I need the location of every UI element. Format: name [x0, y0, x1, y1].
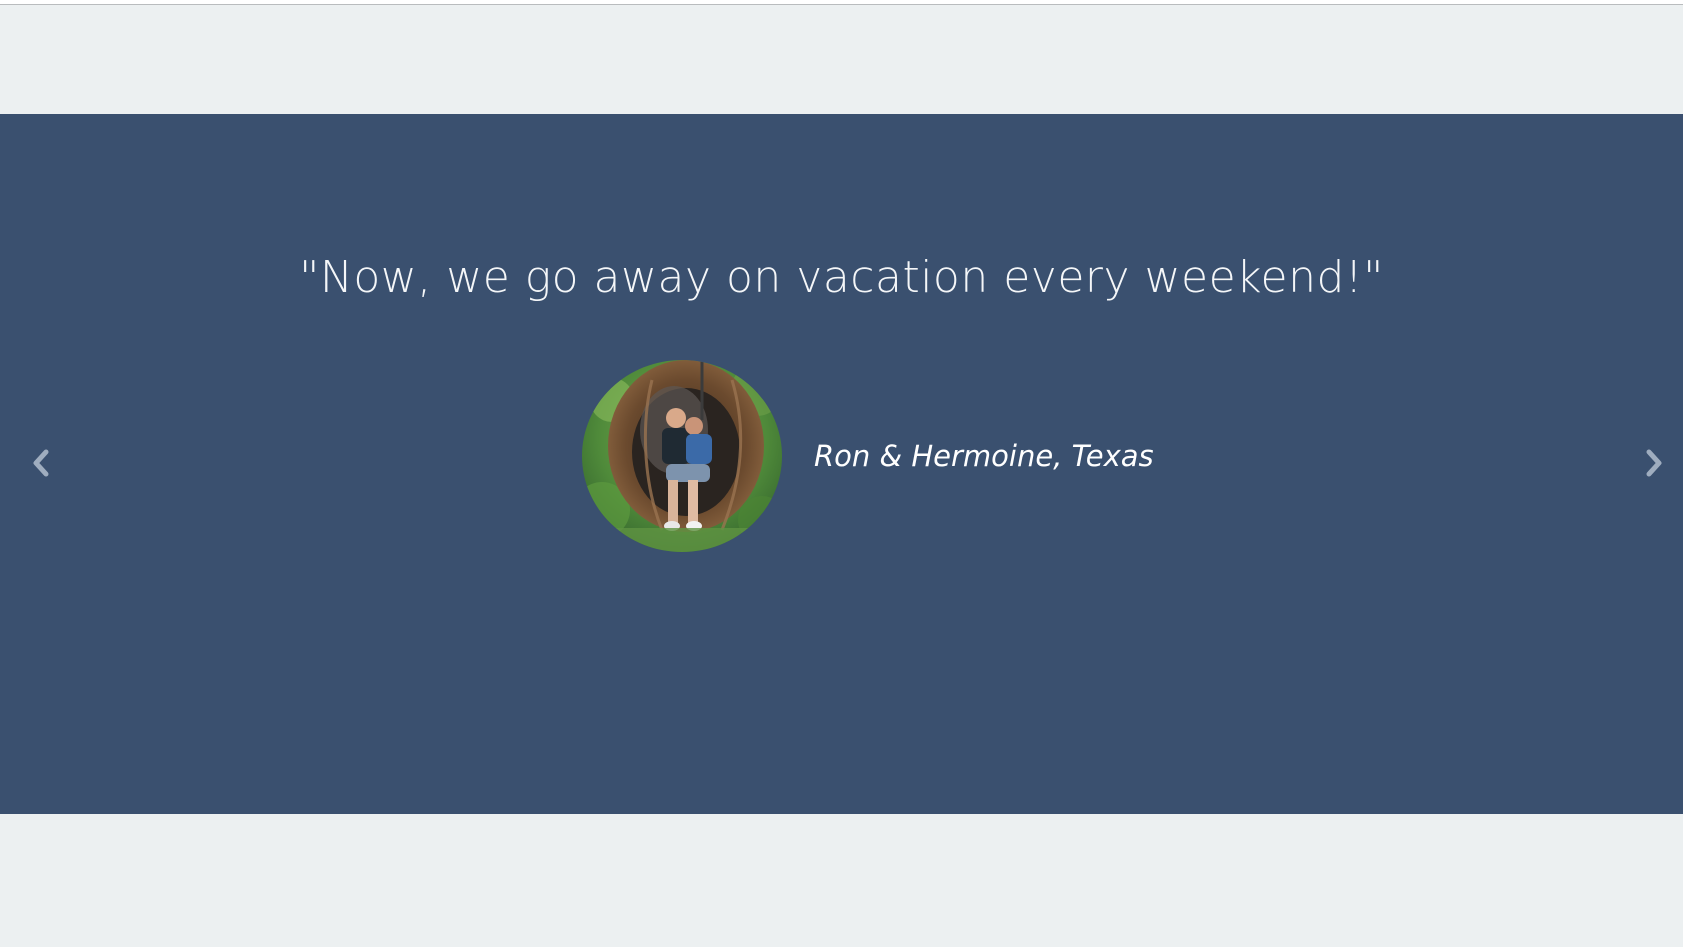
author-avatar: [582, 360, 782, 552]
chevron-left-icon: [33, 449, 49, 477]
carousel-prev-button[interactable]: [26, 446, 56, 480]
testimonial-author: Ron & Hermoine, Texas: [582, 360, 1154, 552]
bottom-band: [0, 814, 1683, 947]
author-name: Ron & Hermoine, Texas: [814, 439, 1154, 473]
couple-photo: [582, 360, 782, 552]
testimonial-quote: "Now, we go away on vacation every weeke…: [299, 252, 1384, 303]
top-band: [0, 5, 1683, 114]
carousel-next-button[interactable]: [1639, 446, 1669, 480]
chevron-right-icon: [1646, 449, 1662, 477]
